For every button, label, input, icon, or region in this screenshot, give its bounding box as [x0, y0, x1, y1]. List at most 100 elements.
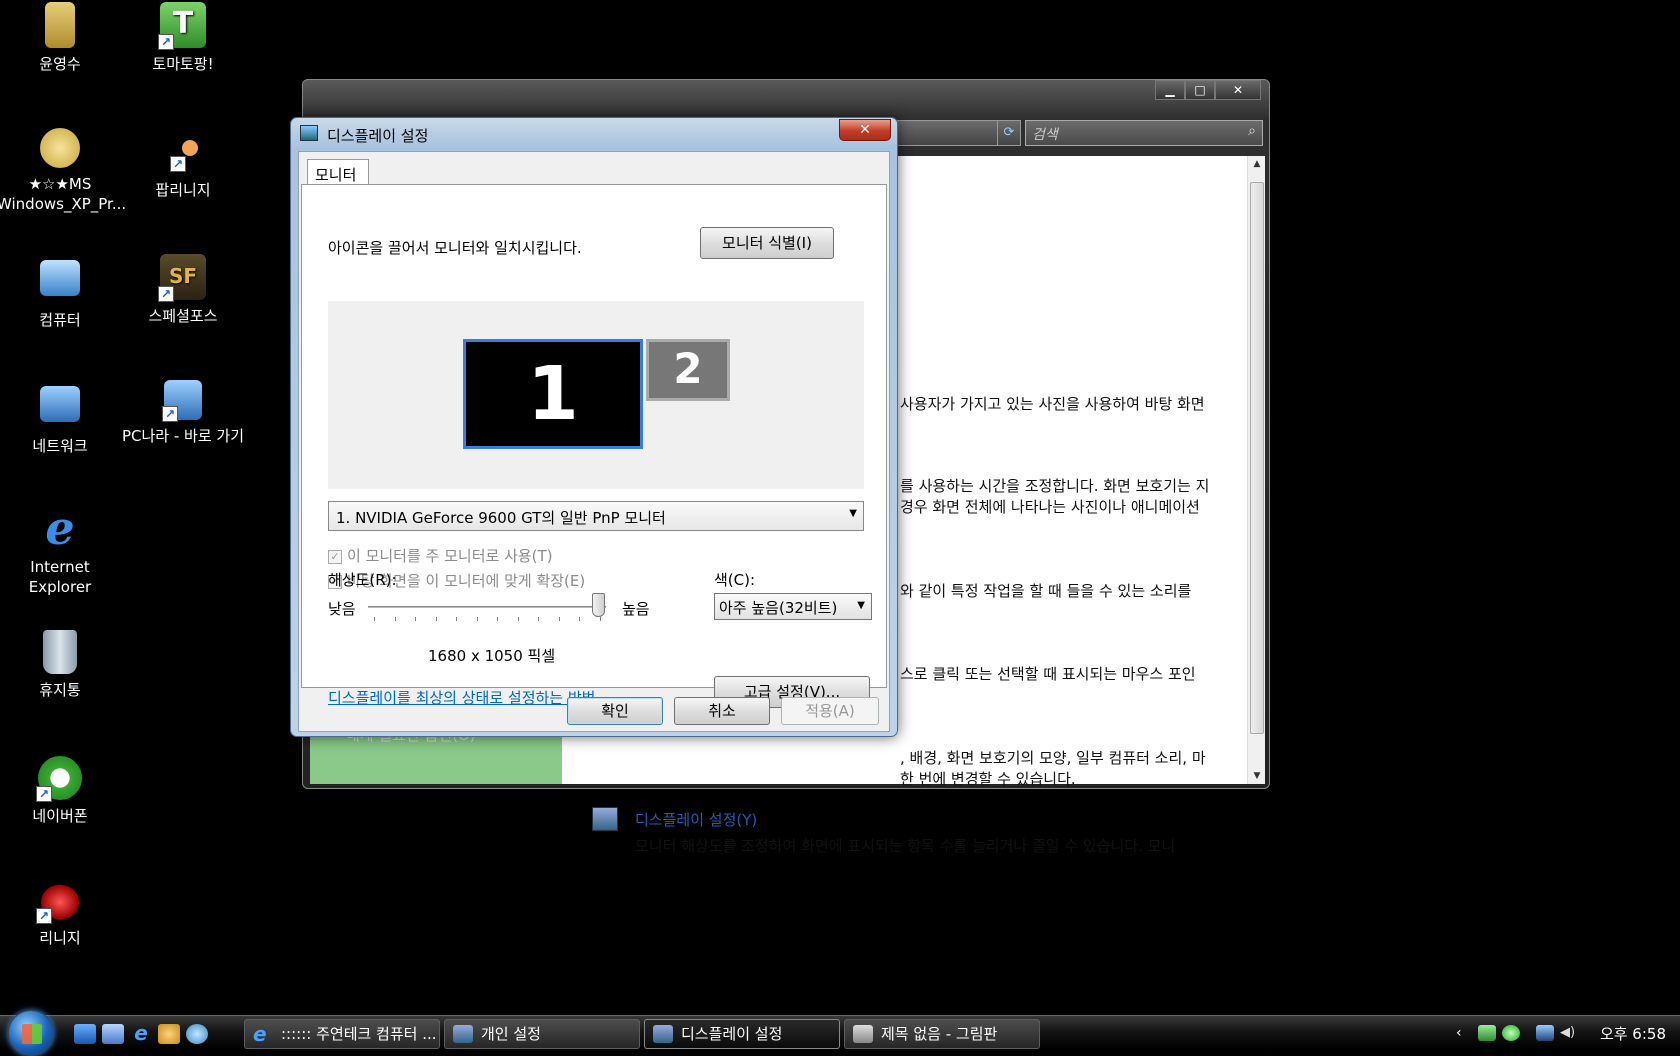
tab-monitor[interactable]: 모니터	[307, 159, 369, 185]
desktop-icon-windows-iso[interactable]: ★☆★MS Windows_XP_Pr...	[0, 128, 127, 214]
desktop-icon-label: ★☆★MS Windows_XP_Pr...	[0, 175, 127, 213]
show-desktop-icon[interactable]	[74, 1024, 96, 1044]
desktop-icon-label: 스페셜포스	[148, 307, 218, 325]
search-placeholder: 검색	[1032, 127, 1058, 143]
slider-tick	[558, 617, 560, 621]
start-button[interactable]	[8, 1010, 54, 1056]
taskbar-button-browser[interactable]: e :::::: 주연테크 컴퓨터 ...	[244, 1019, 440, 1049]
instruction-text: 아이콘을 끌어서 모니터와 일치시킵니다.	[328, 239, 582, 257]
slider-tick	[435, 617, 437, 621]
desc-display: 모니터 해상도를 조정하여 화면에 표시되는 항목 수를 늘리거나 줄일 수 있…	[635, 837, 1176, 855]
monitor-select[interactable]: 1. NVIDIA GeForce 9600 GT의 일반 PnP 모니터 ▼	[328, 501, 864, 531]
desc-sounds: 와 같이 특정 작업을 할 때 들을 수 있는 소리를	[900, 582, 1192, 600]
resolution-slider-thumb[interactable]	[592, 593, 605, 617]
desktop-icon-label: 컴퓨터	[39, 311, 81, 329]
desktop-icon-label: 리니지	[39, 929, 81, 947]
desktop-icon-lineage[interactable]: ↗ 리니지	[0, 882, 123, 948]
specialforce-icon: SF ↗	[158, 254, 206, 302]
desktop-icon-network[interactable]: 네트워크	[0, 386, 123, 456]
maximize-icon[interactable]: □	[1185, 80, 1215, 100]
desc-screensaver-2: 경우 화면 전체에 나타나는 사진이나 애니메이션	[900, 498, 1200, 516]
slider-tick	[374, 617, 375, 621]
resolution-label: 해상도(R):	[328, 571, 397, 589]
display-help-link[interactable]: 디스플레이를 최상의 상태로 설정하는 방법	[328, 687, 595, 708]
chevron-left-icon[interactable]: ‹	[1456, 1025, 1474, 1041]
desktop-icon-specialforce[interactable]: SF ↗ 스페셜포스	[120, 254, 246, 326]
primary-monitor-label: 이 모니터를 주 모니터로 사용(T)	[347, 547, 553, 565]
recycle-bin-icon	[43, 630, 77, 674]
resolution-value: 1680 x 1050 픽셀	[428, 647, 556, 665]
desktop-icon-label: Internet Explorer	[28, 558, 92, 596]
display-settings-icon	[300, 125, 318, 141]
chevron-down-icon[interactable]: ▼	[849, 508, 857, 519]
desktop-icon-label: PC나라 - 바로 가기	[121, 427, 245, 445]
switch-windows-icon[interactable]	[102, 1024, 124, 1044]
desktop-icon-naverphone[interactable]: ↗ 네이버폰	[0, 756, 123, 826]
search-input[interactable]: 검색 ⌕	[1025, 120, 1263, 146]
desktop-icon-poplineage[interactable]: ↗ 팝리니지	[120, 140, 246, 200]
vertical-scrollbar[interactable]: ▲ ▼	[1247, 156, 1265, 784]
volume-icon[interactable]: ◀)	[1560, 1025, 1578, 1041]
slider-tick	[538, 617, 540, 621]
desktop-icon-yunyoungsu[interactable]: 윤영수	[0, 2, 123, 74]
desktop-icon-tomatopang[interactable]: T ↗ 토마토팡!	[120, 2, 246, 74]
display-icon	[592, 807, 618, 831]
ok-button[interactable]: 확인	[567, 697, 663, 725]
usb-icon[interactable]	[1478, 1025, 1496, 1041]
system-tray: ‹ ◀) 오후 6:58	[1450, 1016, 1680, 1050]
identify-monitors-button[interactable]: 모니터 식별(I)	[700, 227, 834, 259]
monitor-2-icon[interactable]: 2	[646, 339, 730, 401]
color-depth-select[interactable]: 아주 높음(32비트) ▼	[714, 593, 872, 620]
close-icon[interactable]: ✕	[1215, 80, 1261, 100]
network-tray-icon[interactable]	[1536, 1025, 1554, 1041]
slider-tick	[579, 617, 581, 621]
chevron-down-icon[interactable]: ▼	[857, 600, 865, 611]
slider-tick	[517, 617, 519, 621]
desktop-icon-recycle-bin[interactable]: 휴지통	[0, 630, 123, 700]
taskbar-button-label: 개인 설정	[481, 1025, 541, 1043]
resolution-low-label: 낮음	[328, 600, 356, 618]
lineage-icon: ↗	[36, 882, 82, 924]
taskbar-button-paint[interactable]: 제목 없음 - 그림판	[844, 1019, 1040, 1049]
desktop-icon-computer[interactable]: 컴퓨터	[0, 260, 123, 330]
messenger-icon[interactable]	[158, 1024, 180, 1044]
folder-icon	[45, 2, 75, 48]
chat-icon[interactable]	[186, 1024, 208, 1044]
slider-tick	[415, 617, 417, 621]
close-button[interactable]: ✕	[839, 119, 891, 141]
taskbar-button-personalization[interactable]: 개인 설정	[444, 1019, 640, 1049]
taskbar-button-display-settings[interactable]: 디스플레이 설정	[644, 1019, 840, 1049]
display-settings-dialog: 디스플레이 설정 ✕ 모니터 아이콘을 끌어서 모니터와 일치시킵니다. 모니터…	[290, 117, 898, 737]
resolution-slider[interactable]	[368, 606, 606, 608]
dialog-title: 디스플레이 설정	[327, 127, 429, 145]
tomatopang-icon: T ↗	[158, 2, 206, 50]
clock[interactable]: 오후 6:58	[1600, 1023, 1666, 1044]
scroll-up-icon[interactable]: ▲	[1248, 159, 1266, 169]
refresh-icon[interactable]: ⟳	[997, 120, 1021, 146]
scroll-down-icon[interactable]: ▼	[1248, 771, 1266, 781]
paint-icon	[853, 1025, 873, 1043]
desktop-icon-label: 토마토팡!	[152, 55, 214, 73]
color-label: 색(C):	[714, 571, 756, 589]
desc-theme-1: , 배경, 화면 보호기의 모양, 일부 컴퓨터 소리, 마	[900, 749, 1206, 767]
display-settings-icon	[653, 1025, 673, 1043]
minimize-icon[interactable]: ▁	[1155, 80, 1185, 100]
desktop-icon-pcnara[interactable]: ↗ PC나라 - 바로 가기	[120, 380, 246, 446]
ie-icon[interactable]: e	[130, 1023, 152, 1044]
monitor-1-icon[interactable]: 1	[463, 339, 643, 449]
primary-monitor-checkbox: ✓ 이 모니터를 주 모니터로 사용(T)	[328, 545, 553, 566]
ie-icon: e	[253, 1022, 267, 1046]
dialog-body: 모니터 아이콘을 끌어서 모니터와 일치시킵니다. 모니터 식별(I) 1 2 …	[298, 151, 890, 732]
window-controls: ▁ □ ✕	[1155, 80, 1261, 100]
desktop-icon-internet-explorer[interactable]: e Internet Explorer	[0, 505, 123, 597]
scroll-thumb[interactable]	[1250, 182, 1264, 734]
ie-icon: e	[45, 501, 75, 555]
display-settings-link[interactable]: 디스플레이 설정(Y)	[635, 809, 757, 830]
apply-button[interactable]: 적용(A)	[781, 697, 879, 725]
cancel-button[interactable]: 취소	[674, 697, 770, 725]
dialog-titlebar[interactable]: 디스플레이 설정 ✕	[291, 118, 897, 150]
update-icon[interactable]	[1502, 1025, 1520, 1041]
desc-mouse-pointer: 스로 클릭 또는 선택할 때 표시되는 마우스 포인	[900, 665, 1196, 683]
search-icon[interactable]: ⌕	[1248, 123, 1256, 139]
naverphone-icon: ↗	[36, 756, 82, 802]
